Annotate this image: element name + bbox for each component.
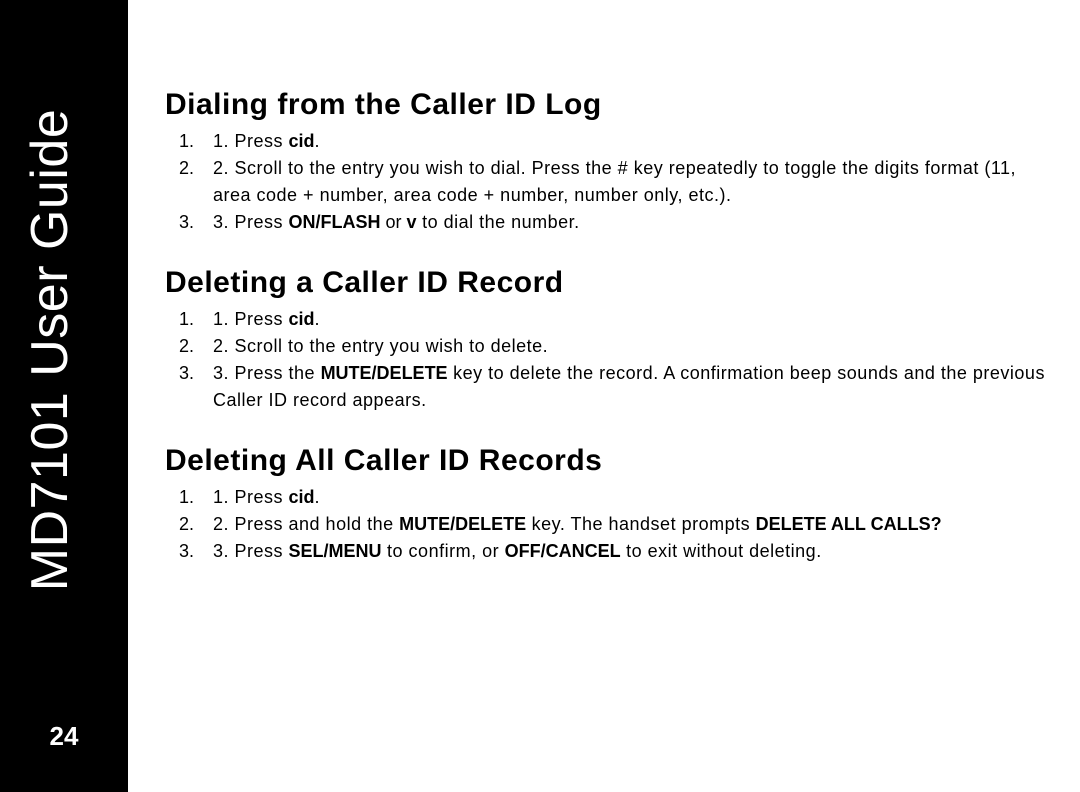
text: 1. Press xyxy=(213,309,289,329)
heading-delete-one: Deleting a Caller ID Record xyxy=(165,266,1045,300)
document-title: MD7101 User Guide xyxy=(20,50,80,650)
bold-text: ON/FLASH xyxy=(289,212,381,232)
text: or xyxy=(381,212,407,232)
bold-text: SEL/MENU xyxy=(289,541,382,561)
list-item: 3. Press ON/FLASH or v to dial the numbe… xyxy=(199,209,1045,236)
list-item: 3. Press SEL/MENU to confirm, or OFF/CAN… xyxy=(199,538,1045,565)
text: to exit without deleting. xyxy=(621,541,822,561)
page-number: 24 xyxy=(0,721,128,752)
list-item: 2. Press and hold the MUTE/DELETE key. T… xyxy=(199,511,1045,538)
bold-text: cid xyxy=(289,309,315,329)
list-item: 2. Scroll to the entry you wish to dial.… xyxy=(199,155,1045,209)
list-item: 2. Scroll to the entry you wish to delet… xyxy=(199,333,1045,360)
text: to confirm, or xyxy=(382,541,505,561)
text: . xyxy=(315,487,320,507)
list-delete-one: 1. Press cid. 2. Scroll to the entry you… xyxy=(165,306,1045,414)
list-item: 1. Press cid. xyxy=(199,484,1045,511)
list-dialing: 1. Press cid. 2. Scroll to the entry you… xyxy=(165,128,1045,236)
heading-dialing: Dialing from the Caller ID Log xyxy=(165,88,1045,122)
list-delete-all: 1. Press cid. 2. Press and hold the MUTE… xyxy=(165,484,1045,565)
section-dialing: Dialing from the Caller ID Log 1. Press … xyxy=(165,88,1045,236)
list-item: 1. Press cid. xyxy=(199,128,1045,155)
text: 3. Press xyxy=(213,212,289,232)
content-area: Dialing from the Caller ID Log 1. Press … xyxy=(165,88,1045,595)
text: to dial the number. xyxy=(417,212,580,232)
section-delete-one: Deleting a Caller ID Record 1. Press cid… xyxy=(165,266,1045,414)
bold-text: cid xyxy=(289,487,315,507)
text: 3. Press xyxy=(213,541,289,561)
bold-text: v xyxy=(407,212,417,232)
text: 2. Press and hold the xyxy=(213,514,399,534)
list-item: 3. Press the MUTE/DELETE key to delete t… xyxy=(199,360,1045,414)
text: 3. Press the xyxy=(213,363,321,383)
text: 1. Press xyxy=(213,487,289,507)
list-item: 1. Press cid. xyxy=(199,306,1045,333)
text: key. The handset prompts xyxy=(526,514,755,534)
bold-text: OFF/CANCEL xyxy=(505,541,621,561)
text: 2. Scroll to the entry you wish to dial.… xyxy=(213,158,1016,205)
text: 2. Scroll to the entry you wish to delet… xyxy=(213,336,548,356)
bold-text: cid xyxy=(289,131,315,151)
text: . xyxy=(315,309,320,329)
sidebar: MD7101 User Guide 24 xyxy=(0,0,128,792)
heading-delete-all: Deleting All Caller ID Records xyxy=(165,444,1045,478)
text: 1. Press xyxy=(213,131,289,151)
bold-text: DELETE ALL CALLS? xyxy=(756,514,942,534)
bold-text: MUTE/DELETE xyxy=(399,514,526,534)
bold-text: MUTE/DELETE xyxy=(321,363,448,383)
section-delete-all: Deleting All Caller ID Records 1. Press … xyxy=(165,444,1045,565)
text: . xyxy=(315,131,320,151)
